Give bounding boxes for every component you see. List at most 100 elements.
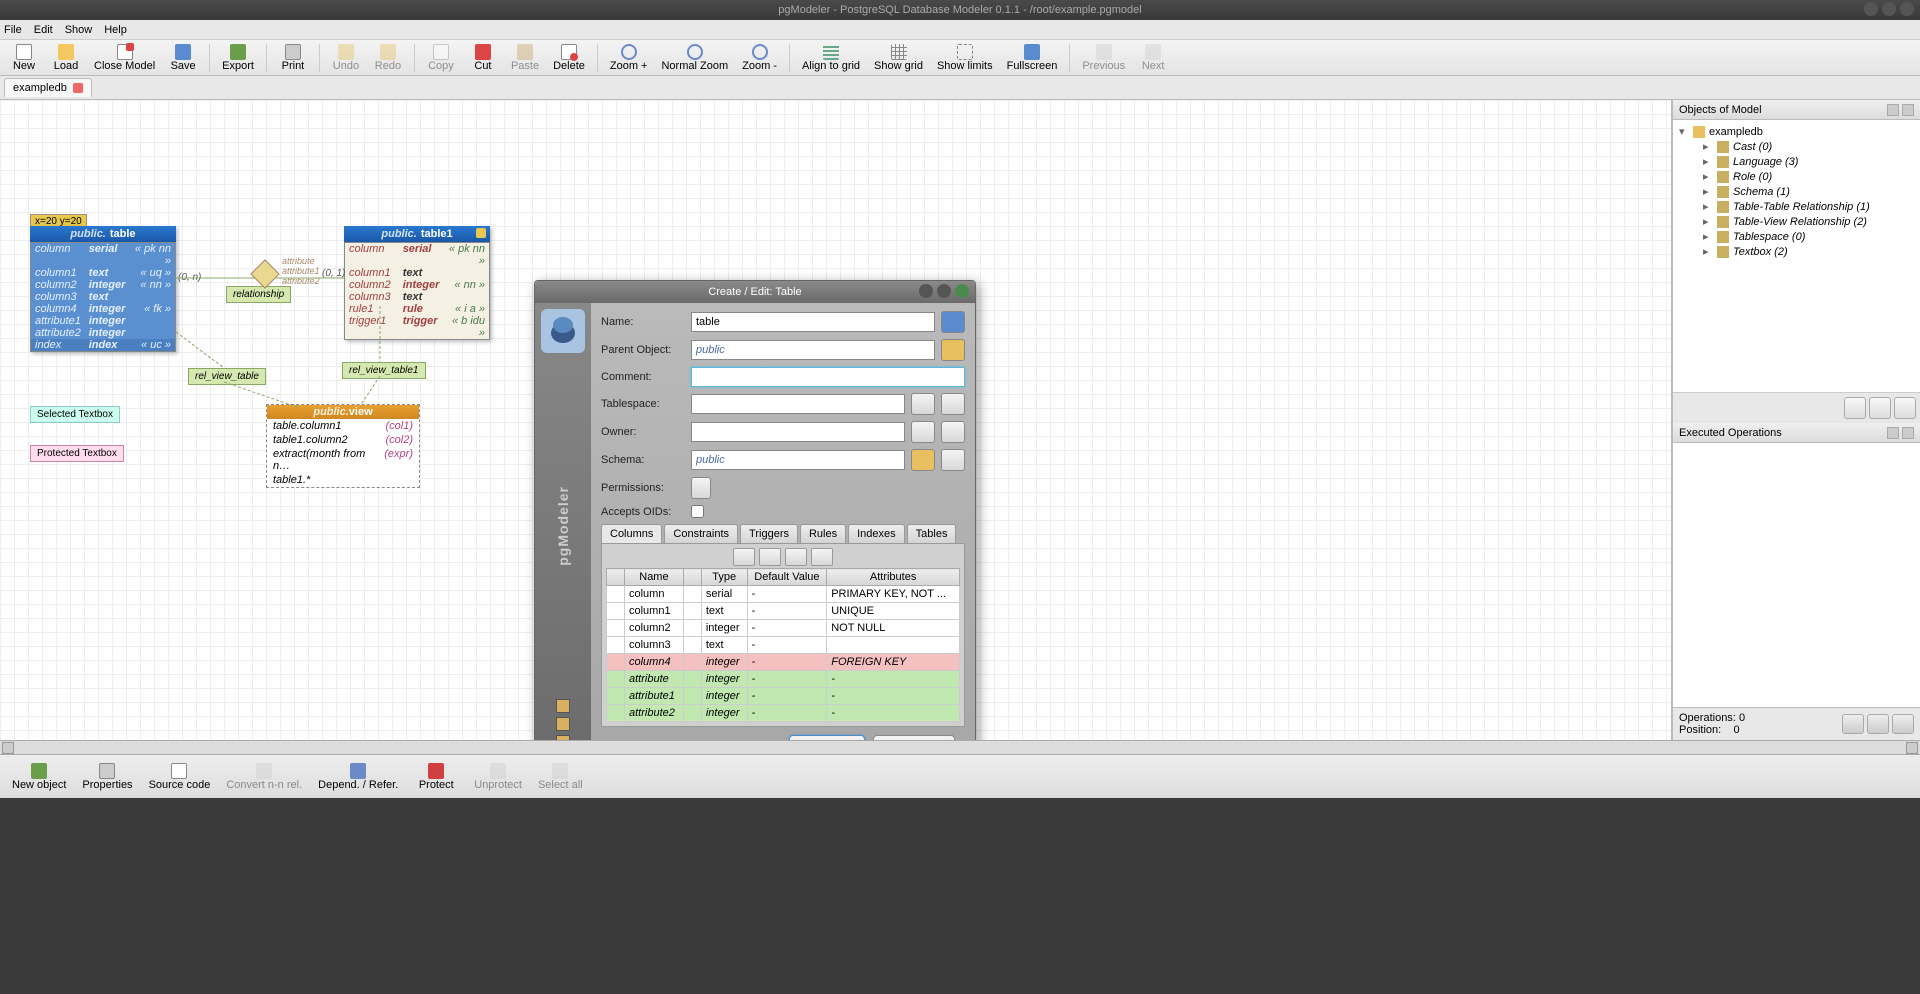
- tab-constraints[interactable]: Constraints: [664, 524, 738, 543]
- new-button[interactable]: New: [4, 42, 44, 74]
- show-grid-button[interactable]: Show grid: [868, 42, 929, 74]
- col-add-button[interactable]: [733, 548, 755, 566]
- col-remove-button[interactable]: [759, 548, 781, 566]
- delete-button[interactable]: Delete: [547, 42, 591, 74]
- minimize-icon[interactable]: [1864, 2, 1878, 16]
- apply-button[interactable]: Apply: [789, 735, 865, 740]
- selected-textbox[interactable]: Selected Textbox: [30, 406, 120, 423]
- maximize-icon[interactable]: [1882, 2, 1896, 16]
- copy-button[interactable]: Copy: [421, 42, 461, 74]
- redo-button[interactable]: Redo: [368, 42, 408, 74]
- ops-btn-3[interactable]: [1892, 714, 1914, 734]
- schema-input[interactable]: [691, 450, 905, 470]
- tree-item[interactable]: ▸Cast (0): [1677, 139, 1916, 154]
- paste-button[interactable]: Paste: [505, 42, 545, 74]
- scroll-left-icon[interactable]: [2, 742, 14, 754]
- tab-close-icon[interactable]: [73, 83, 83, 93]
- save-button[interactable]: Save: [163, 42, 203, 74]
- table-row[interactable]: attributeinteger--: [607, 671, 960, 688]
- close-icon[interactable]: [1900, 2, 1914, 16]
- tree-item[interactable]: ▸Tablespace (0): [1677, 229, 1916, 244]
- columns-table[interactable]: Name Type Default Value Attributes colum…: [606, 568, 960, 722]
- table-row[interactable]: column3text-: [607, 637, 960, 654]
- comment-input[interactable]: [691, 367, 965, 387]
- relationship-label[interactable]: relationship: [226, 286, 291, 303]
- unprotect-button[interactable]: Unprotect: [468, 761, 528, 793]
- source-code-button[interactable]: Source code: [143, 761, 217, 793]
- fullscreen-button[interactable]: Fullscreen: [1001, 42, 1064, 74]
- dialog-close-icon[interactable]: [955, 284, 969, 298]
- export-button[interactable]: Export: [216, 42, 260, 74]
- tablespace-input[interactable]: [691, 394, 905, 414]
- exec-ops-list[interactable]: [1673, 443, 1920, 707]
- protected-textbox[interactable]: Protected Textbox: [30, 445, 124, 462]
- tablespace-pick-button[interactable]: [911, 393, 935, 415]
- menu-help[interactable]: Help: [104, 24, 127, 36]
- tablespace-clear-button[interactable]: [941, 393, 965, 415]
- new-object-button[interactable]: New object: [6, 761, 72, 793]
- zoom-out-button[interactable]: Zoom -: [736, 42, 783, 74]
- dialog-title-bar[interactable]: Create / Edit: Table: [535, 281, 975, 303]
- rel-view-table1[interactable]: rel_view_table1: [342, 362, 426, 379]
- scroll-right-icon[interactable]: [1906, 742, 1918, 754]
- tree-root[interactable]: ▾ exampledb: [1677, 124, 1916, 139]
- protect-button[interactable]: Protect: [408, 761, 464, 793]
- table-row[interactable]: column1text-UNIQUE: [607, 603, 960, 620]
- objects-tree[interactable]: ▾ exampledb ▸Cast (0)▸Language (3)▸Role …: [1673, 120, 1920, 392]
- properties-button[interactable]: Properties: [76, 761, 138, 793]
- next-button[interactable]: Next: [1133, 42, 1173, 74]
- close-model-button[interactable]: Close Model: [88, 42, 161, 74]
- normal-zoom-button[interactable]: Normal Zoom: [655, 42, 734, 74]
- parent-browse-button[interactable]: [941, 339, 965, 361]
- owner-input[interactable]: [691, 422, 905, 442]
- cancel-button[interactable]: Cancel: [873, 735, 955, 740]
- schema-pick-button[interactable]: [911, 449, 935, 471]
- schema-clear-button[interactable]: [941, 449, 965, 471]
- object-table1[interactable]: public.table1 columnserial« pk nn »colum…: [344, 226, 490, 340]
- dialog-min-icon[interactable]: [919, 284, 933, 298]
- object-table[interactable]: public.table columnserial« pk nn »column…: [30, 226, 176, 352]
- canvas[interactable]: x=20 y=20 public.table columnserial« pk …: [0, 100, 1672, 740]
- ops-btn-2[interactable]: [1867, 714, 1889, 734]
- menu-file[interactable]: File: [4, 24, 22, 36]
- tab-exampledb[interactable]: exampledb: [4, 78, 92, 97]
- zoom-in-button[interactable]: Zoom +: [604, 42, 654, 74]
- tree-item[interactable]: ▸Textbox (2): [1677, 244, 1916, 259]
- col-edit-button[interactable]: [785, 548, 807, 566]
- panel-close-icon[interactable]: [1902, 104, 1914, 116]
- name-icon-button[interactable]: [941, 311, 965, 333]
- table-row[interactable]: column4integer-FOREIGN KEY: [607, 654, 960, 671]
- table-row[interactable]: attribute1integer--: [607, 688, 960, 705]
- tab-rules[interactable]: Rules: [800, 524, 846, 543]
- panel-close-icon[interactable]: [1902, 427, 1914, 439]
- panel-btn-1[interactable]: [1844, 397, 1866, 419]
- tab-triggers[interactable]: Triggers: [740, 524, 798, 543]
- panel-btn-3[interactable]: [1894, 397, 1916, 419]
- tab-indexes[interactable]: Indexes: [848, 524, 905, 543]
- convert-rel-button[interactable]: Convert n-n rel.: [220, 761, 308, 793]
- print-button[interactable]: Print: [273, 42, 313, 74]
- select-all-button[interactable]: Select all: [532, 761, 589, 793]
- cut-button[interactable]: Cut: [463, 42, 503, 74]
- depend-refer-button[interactable]: Depend. / Refer.: [312, 761, 404, 793]
- owner-pick-button[interactable]: [911, 421, 935, 443]
- dialog-max-icon[interactable]: [937, 284, 951, 298]
- previous-button[interactable]: Previous: [1076, 42, 1131, 74]
- object-view[interactable]: public.view table.column1(col1)table1.co…: [266, 404, 420, 488]
- panel-btn-2[interactable]: [1869, 397, 1891, 419]
- canvas-hscroll[interactable]: [0, 740, 1920, 754]
- permissions-button[interactable]: [691, 477, 711, 499]
- undo-button[interactable]: Undo: [326, 42, 366, 74]
- parent-input[interactable]: [691, 340, 935, 360]
- panel-collapse-icon[interactable]: [1887, 427, 1899, 439]
- accepts-oids-checkbox[interactable]: [691, 505, 704, 518]
- name-input[interactable]: [691, 312, 935, 332]
- tree-item[interactable]: ▸Table-View Relationship (2): [1677, 214, 1916, 229]
- menu-show[interactable]: Show: [65, 24, 93, 36]
- owner-clear-button[interactable]: [941, 421, 965, 443]
- menu-edit[interactable]: Edit: [34, 24, 53, 36]
- tree-item[interactable]: ▸Role (0): [1677, 169, 1916, 184]
- load-button[interactable]: Load: [46, 42, 86, 74]
- show-limits-button[interactable]: Show limits: [931, 42, 999, 74]
- table-row[interactable]: attribute2integer--: [607, 705, 960, 722]
